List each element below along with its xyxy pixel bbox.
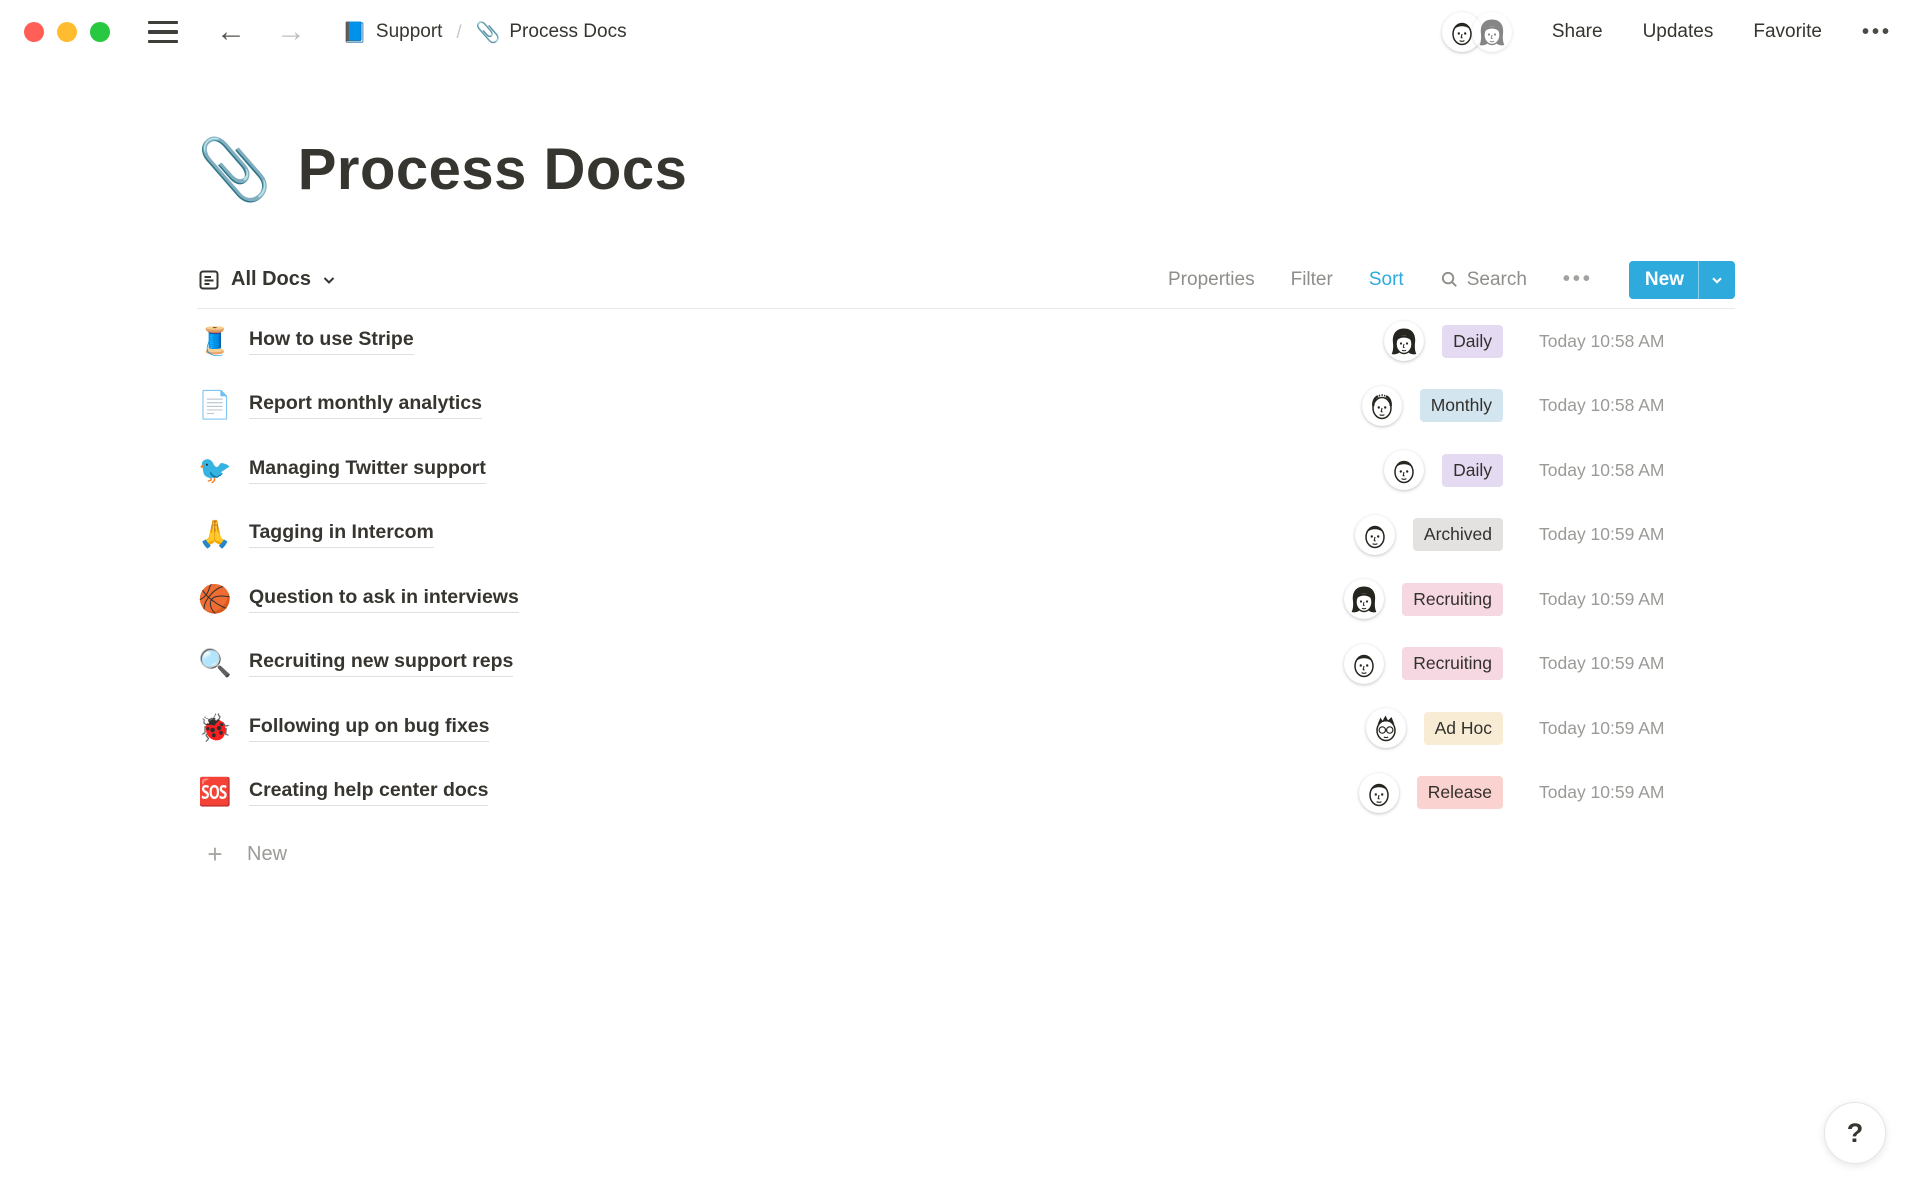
blue-book-icon: 📘	[342, 20, 367, 45]
paperclip-icon: 📎	[475, 20, 500, 45]
tag-badge[interactable]: Recruiting	[1402, 647, 1503, 680]
breadcrumb: 📘 Support / 📎 Process Docs	[342, 20, 627, 45]
doc-title-link[interactable]: Tagging in Intercom	[249, 521, 434, 548]
chevron-down-icon	[1710, 273, 1724, 287]
last-edited-time: Today 10:58 AM	[1539, 395, 1735, 416]
person-avatar[interactable]	[1344, 579, 1384, 619]
folded-hands-emoji-icon: 🙏	[197, 521, 233, 548]
sort-button[interactable]: Sort	[1369, 269, 1404, 291]
forward-arrow-icon: →	[276, 17, 306, 47]
sidebar-menu-icon[interactable]	[148, 21, 178, 44]
person-avatar[interactable]	[1366, 708, 1406, 748]
doc-title-link[interactable]: Managing Twitter support	[249, 457, 486, 484]
last-edited-time: Today 10:58 AM	[1539, 331, 1735, 352]
ladybug-emoji-icon: 🐞	[197, 715, 233, 742]
traffic-lights	[24, 22, 110, 42]
new-button-caret[interactable]	[1699, 261, 1735, 299]
search-icon	[1440, 270, 1459, 289]
table-row[interactable]: 🆘 Creating help center docs Release Toda…	[197, 761, 1735, 826]
search-label: Search	[1467, 269, 1527, 291]
tag-badge[interactable]: Release	[1417, 776, 1503, 809]
tag-badge[interactable]: Monthly	[1420, 389, 1503, 422]
collaborator-avatars[interactable]	[1442, 12, 1512, 52]
person-avatar[interactable]	[1344, 644, 1384, 684]
search-button[interactable]: Search	[1440, 269, 1527, 291]
breadcrumb-support-label: Support	[376, 21, 443, 43]
table-row[interactable]: 📄 Report monthly analytics Monthly Today…	[197, 374, 1735, 439]
table-row[interactable]: 🧵 How to use Stripe Daily Today 10:58 AM	[197, 309, 1735, 374]
last-edited-time: Today 10:59 AM	[1539, 718, 1735, 739]
doc-title-link[interactable]: Recruiting new support reps	[249, 650, 513, 677]
doc-title-link[interactable]: Creating help center docs	[249, 779, 488, 806]
person-avatar[interactable]	[1362, 386, 1402, 426]
last-edited-time: Today 10:58 AM	[1539, 460, 1735, 481]
plus-icon: +	[197, 841, 233, 867]
window-titlebar: ← → 📘 Support / 📎 Process Docs Share Upd…	[0, 0, 1920, 64]
zoom-window-button[interactable]	[90, 22, 110, 42]
favorite-button[interactable]: Favorite	[1753, 21, 1822, 43]
collection-more-icon[interactable]: •••	[1563, 268, 1593, 291]
magnifying-glass-emoji-icon: 🔍	[197, 650, 233, 677]
doc-title-link[interactable]: Question to ask in interviews	[249, 586, 519, 613]
collection-toolbar: All Docs Properties Filter Sort Search •…	[197, 251, 1735, 309]
breadcrumb-process-docs-label: Process Docs	[509, 21, 626, 43]
add-new-row-button[interactable]: + New	[197, 825, 1735, 883]
new-button[interactable]: New	[1629, 261, 1735, 299]
person-avatar[interactable]	[1384, 450, 1424, 490]
tag-badge[interactable]: Daily	[1442, 325, 1503, 358]
close-window-button[interactable]	[24, 22, 44, 42]
filter-button[interactable]: Filter	[1291, 269, 1333, 291]
add-new-row-label: New	[247, 843, 287, 866]
sos-emoji-icon: 🆘	[197, 779, 233, 806]
breadcrumb-support[interactable]: 📘 Support	[342, 20, 442, 45]
view-switcher[interactable]: All Docs	[197, 268, 337, 292]
table-view-icon	[197, 268, 221, 292]
table-row[interactable]: 🏀 Question to ask in interviews Recruiti…	[197, 567, 1735, 632]
table-row[interactable]: 🐦 Managing Twitter support Daily Today 1…	[197, 438, 1735, 503]
last-edited-time: Today 10:59 AM	[1539, 782, 1735, 803]
person-avatar[interactable]	[1359, 773, 1399, 813]
breadcrumb-process-docs[interactable]: 📎 Process Docs	[475, 20, 626, 45]
question-mark-icon: ?	[1847, 1118, 1864, 1149]
properties-button[interactable]: Properties	[1168, 269, 1255, 291]
basketball-emoji-icon: 🏀	[197, 586, 233, 613]
updates-button[interactable]: Updates	[1643, 21, 1714, 43]
page-title[interactable]: Process Docs	[298, 136, 688, 203]
tag-badge[interactable]: Recruiting	[1402, 583, 1503, 616]
table-row[interactable]: 🐞 Following up on bug fixes Ad Hoc Today…	[197, 696, 1735, 761]
table-row[interactable]: 🔍 Recruiting new support reps Recruiting…	[197, 632, 1735, 697]
doc-title-link[interactable]: How to use Stripe	[249, 328, 414, 355]
thread-emoji-icon: 🧵	[197, 328, 233, 355]
document-emoji-icon: 📄	[197, 392, 233, 419]
tag-badge[interactable]: Daily	[1442, 454, 1503, 487]
last-edited-time: Today 10:59 AM	[1539, 524, 1735, 545]
bird-emoji-icon: 🐦	[197, 457, 233, 484]
back-arrow-icon[interactable]: ←	[216, 17, 246, 47]
docs-table: 🧵 How to use Stripe Daily Today 10:58 AM…	[197, 309, 1735, 883]
more-options-icon[interactable]: •••	[1862, 21, 1892, 44]
last-edited-time: Today 10:59 AM	[1539, 653, 1735, 674]
doc-title-link[interactable]: Following up on bug fixes	[249, 715, 489, 742]
tag-badge[interactable]: Ad Hoc	[1424, 712, 1503, 745]
breadcrumb-separator: /	[456, 22, 461, 43]
minimize-window-button[interactable]	[57, 22, 77, 42]
share-button[interactable]: Share	[1552, 21, 1603, 43]
view-name-label: All Docs	[231, 268, 311, 291]
page-icon-paperclip[interactable]: 📎	[197, 140, 272, 200]
chevron-down-icon	[321, 272, 337, 288]
new-button-label[interactable]: New	[1629, 261, 1698, 299]
person-avatar[interactable]	[1384, 321, 1424, 361]
table-row[interactable]: 🙏 Tagging in Intercom Archived Today 10:…	[197, 503, 1735, 568]
tag-badge[interactable]: Archived	[1413, 518, 1503, 551]
help-button[interactable]: ?	[1824, 1102, 1886, 1164]
last-edited-time: Today 10:59 AM	[1539, 589, 1735, 610]
collaborator-avatar-2	[1472, 12, 1512, 52]
person-avatar[interactable]	[1355, 515, 1395, 555]
doc-title-link[interactable]: Report monthly analytics	[249, 392, 482, 419]
